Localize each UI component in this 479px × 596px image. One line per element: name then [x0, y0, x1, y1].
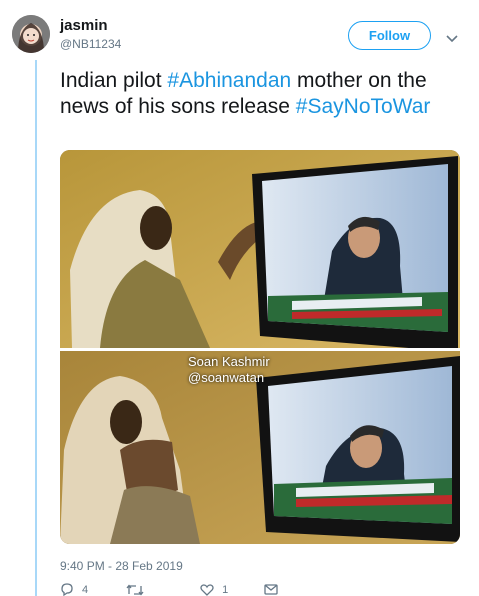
- tweet-actions: 4 1: [60, 583, 278, 596]
- chevron-down-icon[interactable]: [446, 30, 458, 48]
- like-count: 1: [222, 583, 229, 596]
- thread-line: [35, 60, 37, 596]
- direct-message-action[interactable]: [264, 584, 278, 595]
- tweet-text-part: Indian pilot: [60, 69, 168, 92]
- user-handle[interactable]: @NB11234: [60, 37, 121, 51]
- hashtag-link[interactable]: #Abhinandan: [167, 69, 291, 92]
- user-avatar[interactable]: [12, 15, 50, 53]
- hashtag-link[interactable]: #SayNoToWar: [296, 95, 431, 118]
- tweet-text: Indian pilot #Abhinandan mother on the n…: [60, 68, 460, 120]
- watermark-line: @soanwatan: [188, 370, 265, 385]
- follow-button[interactable]: Follow: [348, 21, 431, 50]
- heart-icon: [200, 583, 214, 596]
- reply-action[interactable]: 4: [60, 583, 88, 596]
- tweet-media-image[interactable]: Soan Kashmir @soanwatan: [60, 150, 460, 544]
- reply-count: 4: [82, 583, 89, 596]
- like-action[interactable]: 1: [200, 584, 228, 596]
- watermark-line: Soan Kashmir: [188, 354, 270, 369]
- envelope-icon: [264, 584, 278, 595]
- reply-icon: [61, 583, 73, 596]
- media-watermark: Soan Kashmir @soanwatan: [188, 354, 270, 386]
- retweet-icon: [126, 583, 144, 596]
- retweet-action[interactable]: [126, 583, 152, 596]
- tweet-timestamp[interactable]: 9:40 PM - 28 Feb 2019: [60, 559, 183, 573]
- user-display-name[interactable]: jasmin: [60, 17, 108, 34]
